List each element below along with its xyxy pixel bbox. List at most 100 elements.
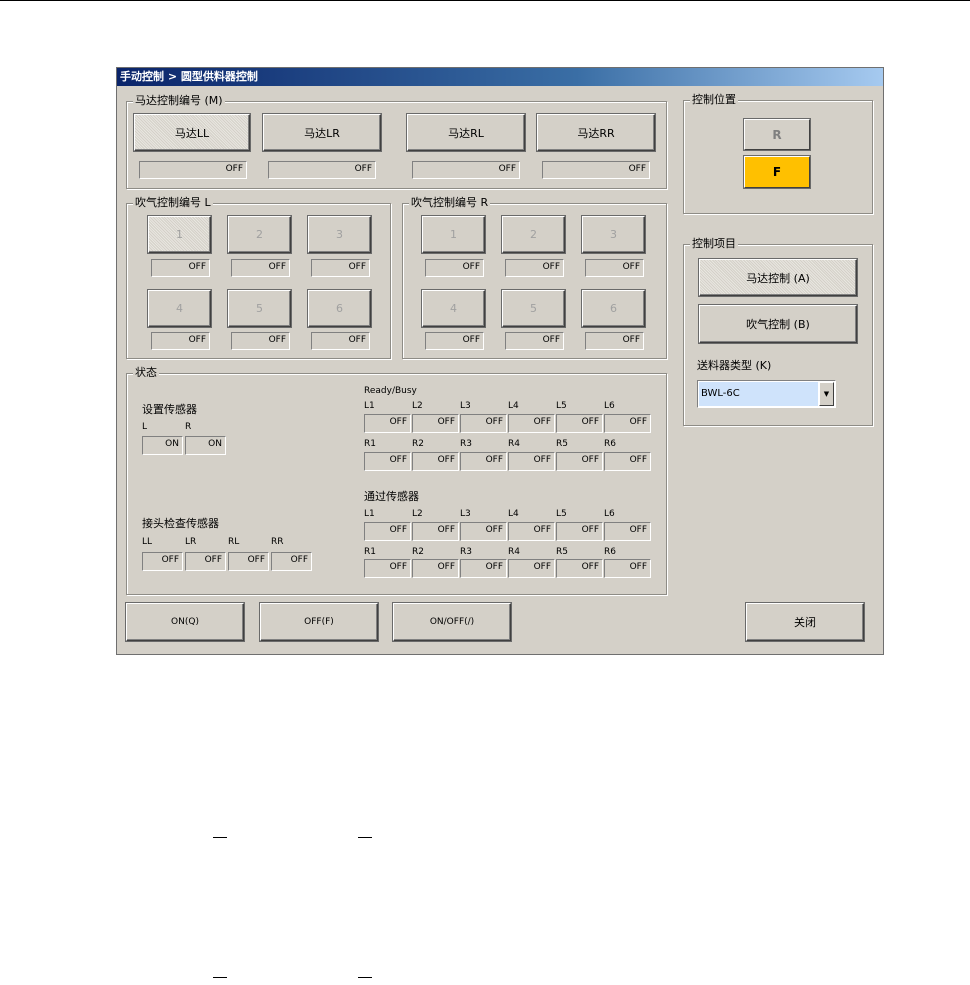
motor-group-title: 马达控制编号 (M) xyxy=(133,94,225,108)
set-sensor-l-value: ON xyxy=(142,436,183,455)
ps-l6-value: OFF xyxy=(604,522,651,541)
feeder-type-select[interactable]: BWL-6C ▼ xyxy=(697,380,836,408)
ready-busy-label: Ready/Busy xyxy=(364,386,417,396)
control-item-title: 控制项目 xyxy=(690,237,738,251)
rb-r4-value: OFF xyxy=(508,452,555,471)
ps-r1-value: OFF xyxy=(364,559,411,578)
rb-l6-label: L6 xyxy=(604,401,615,411)
motor-ll-state: OFF xyxy=(139,161,247,179)
motor-rr-button[interactable]: 马达RR xyxy=(537,114,655,151)
rb-r5-label: R5 xyxy=(556,439,568,449)
overline-mark xyxy=(213,977,227,978)
ps-l4-label: L4 xyxy=(508,509,519,519)
joint-sensor-col-rl: RL xyxy=(228,537,240,547)
ps-r6-value: OFF xyxy=(604,559,651,578)
blow-left-1-button[interactable]: 1 xyxy=(148,216,211,253)
rb-r6-value: OFF xyxy=(604,452,651,471)
chevron-down-icon[interactable]: ▼ xyxy=(819,382,834,406)
blow-right-3-button[interactable]: 3 xyxy=(582,216,645,253)
rb-l5-value: OFF xyxy=(556,414,603,433)
motor-lr-button[interactable]: 马达LR xyxy=(263,114,381,151)
ps-l3-label: L3 xyxy=(460,509,471,519)
ps-l1-label: L1 xyxy=(364,509,375,519)
ps-l2-value: OFF xyxy=(412,522,459,541)
set-sensor-r-value: ON xyxy=(185,436,226,455)
ps-r6-label: R6 xyxy=(604,547,616,557)
blow-right-4-button[interactable]: 4 xyxy=(422,290,485,327)
motor-ll-button[interactable]: 马达LL xyxy=(134,114,250,151)
rb-r2-value: OFF xyxy=(412,452,459,471)
position-f-button[interactable]: F xyxy=(744,156,810,188)
ps-l1-value: OFF xyxy=(364,522,411,541)
ps-l5-value: OFF xyxy=(556,522,603,541)
set-sensor-col-l: L xyxy=(142,422,148,432)
rb-l2-label: L2 xyxy=(412,401,423,411)
rb-r1-value: OFF xyxy=(364,452,411,471)
blow-right-4-state: OFF xyxy=(425,332,484,350)
rb-l4-label: L4 xyxy=(508,401,519,411)
close-button[interactable]: 关闭 xyxy=(746,603,864,641)
blow-right-1-state: OFF xyxy=(425,259,484,277)
feeder-type-value: BWL-6C xyxy=(699,382,818,406)
ps-r4-label: R4 xyxy=(508,547,520,557)
window-title: 手动控制 > 圆型供料器控制 xyxy=(117,68,883,86)
rb-l6-value: OFF xyxy=(604,414,651,433)
blow-control-button[interactable]: 吹气控制 (B) xyxy=(699,305,857,343)
on-off-button[interactable]: ON/OFF(/) xyxy=(393,603,511,641)
blow-left-3-state: OFF xyxy=(311,259,370,277)
joint-sensor-col-ll: LL xyxy=(142,537,153,547)
blow-left-5-button[interactable]: 5 xyxy=(228,290,291,327)
blow-left-1-state: OFF xyxy=(151,259,210,277)
ps-r2-value: OFF xyxy=(412,559,459,578)
blow-left-2-state: OFF xyxy=(231,259,290,277)
on-button[interactable]: ON(Q) xyxy=(126,603,244,641)
page-top-rule xyxy=(0,0,970,1)
set-sensor-col-r: R xyxy=(185,422,192,432)
blow-left-5-state: OFF xyxy=(231,332,290,350)
blow-right-6-state: OFF xyxy=(585,332,644,350)
ps-r4-value: OFF xyxy=(508,559,555,578)
overline-mark xyxy=(213,837,227,838)
rb-r5-value: OFF xyxy=(556,452,603,471)
blow-right-2-state: OFF xyxy=(505,259,564,277)
position-r-button[interactable]: R xyxy=(744,119,810,150)
rb-l3-value: OFF xyxy=(460,414,507,433)
rb-r1-label: R1 xyxy=(364,439,376,449)
blow-right-2-button[interactable]: 2 xyxy=(502,216,565,253)
joint-sensor-col-lr: LR xyxy=(185,537,197,547)
ps-l4-value: OFF xyxy=(508,522,555,541)
blow-left-4-button[interactable]: 4 xyxy=(148,290,211,327)
rb-l4-value: OFF xyxy=(508,414,555,433)
blow-right-1-button[interactable]: 1 xyxy=(422,216,485,253)
blow-left-4-state: OFF xyxy=(151,332,210,350)
motor-control-button[interactable]: 马达控制 (A) xyxy=(699,259,857,296)
blow-left-6-button[interactable]: 6 xyxy=(308,290,371,327)
ps-r3-value: OFF xyxy=(460,559,507,578)
blow-right-5-button[interactable]: 5 xyxy=(502,290,565,327)
rb-l5-label: L5 xyxy=(556,401,567,411)
ps-l6-label: L6 xyxy=(604,509,615,519)
rb-l2-value: OFF xyxy=(412,414,459,433)
rb-l1-label: L1 xyxy=(364,401,375,411)
set-sensor-label: 设置传感器 xyxy=(142,403,197,416)
ps-l3-value: OFF xyxy=(460,522,507,541)
blow-right-5-state: OFF xyxy=(505,332,564,350)
pass-sensor-label: 通过传感器 xyxy=(364,490,419,503)
motor-rl-button[interactable]: 马达RL xyxy=(407,114,525,151)
rb-l3-label: L3 xyxy=(460,401,471,411)
off-button[interactable]: OFF(F) xyxy=(260,603,378,641)
overline-mark xyxy=(358,977,372,978)
circular-feeder-control-window: 手动控制 > 圆型供料器控制 马达控制编号 (M) 马达LL 马达LR 马达RL… xyxy=(116,67,884,655)
blow-right-title: 吹气控制编号 R xyxy=(409,196,491,210)
blow-right-6-button[interactable]: 6 xyxy=(582,290,645,327)
ps-r3-label: R3 xyxy=(460,547,472,557)
joint-sensor-rl-value: OFF xyxy=(228,552,269,571)
control-position-title: 控制位置 xyxy=(690,93,738,107)
motor-rr-state: OFF xyxy=(542,161,650,179)
blow-left-3-button[interactable]: 3 xyxy=(308,216,371,253)
blow-left-2-button[interactable]: 2 xyxy=(228,216,291,253)
rb-r4-label: R4 xyxy=(508,439,520,449)
rb-l1-value: OFF xyxy=(364,414,411,433)
ps-r1-label: R1 xyxy=(364,547,376,557)
motor-rl-state: OFF xyxy=(412,161,520,179)
